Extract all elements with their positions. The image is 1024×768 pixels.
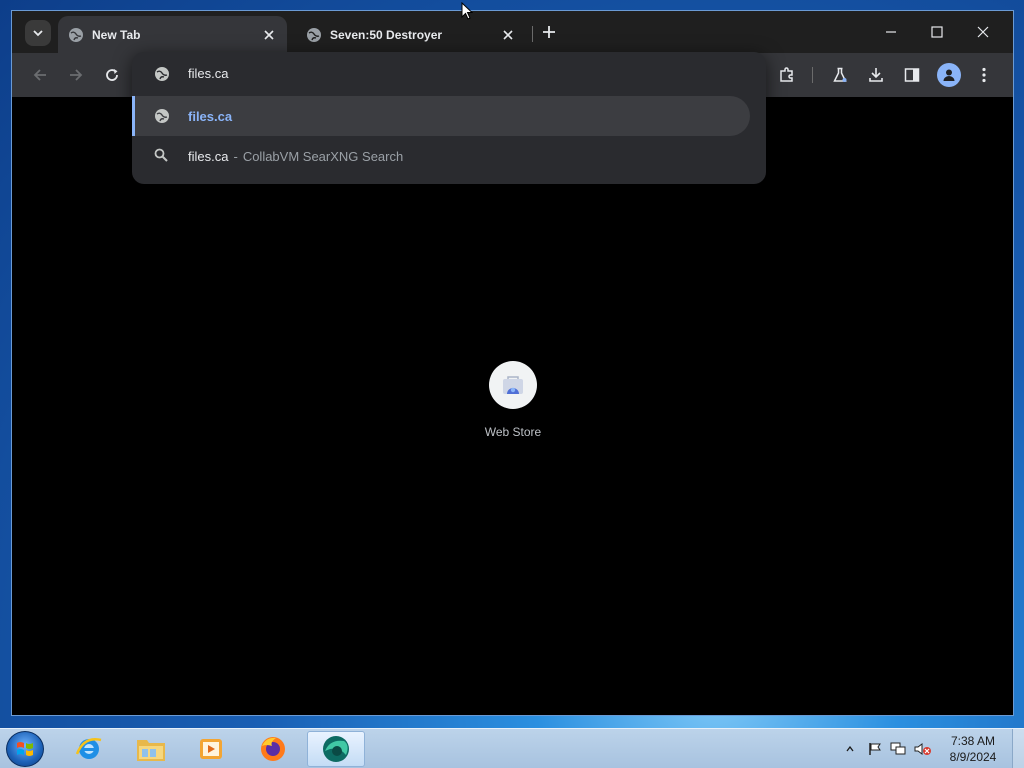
arrow-left-icon (33, 69, 46, 81)
taskbar-internet-explorer[interactable] (60, 731, 118, 767)
firefox-icon (261, 737, 285, 761)
chevron-down-icon (33, 30, 43, 37)
mouse-cursor-icon (461, 2, 473, 20)
tab-title: Seven:50 Destroyer (330, 27, 443, 42)
internet-explorer-icon (75, 738, 102, 759)
clock-date: 8/9/2024 (949, 750, 997, 764)
suggestion-item[interactable]: files.ca - CollabVM SearXNG Search (188, 149, 403, 164)
minimize-icon (886, 31, 896, 33)
maximize-button[interactable] (926, 21, 948, 43)
globe-icon (154, 108, 170, 124)
more-vertical-icon (982, 67, 986, 83)
chevron-up-icon[interactable] (846, 746, 854, 752)
selection-indicator (132, 96, 135, 136)
extensions-button[interactable] (777, 65, 797, 85)
plus-icon (543, 26, 555, 38)
suggestion-separator: - (233, 149, 238, 164)
clock[interactable]: 7:38 AM 8/9/2024 (942, 733, 1004, 765)
labs-button[interactable] (830, 65, 850, 85)
tab-separator (532, 26, 533, 42)
tab-search-button[interactable] (25, 20, 51, 46)
forward-button[interactable] (66, 65, 86, 85)
maximize-icon (931, 26, 943, 38)
volume-muted-icon[interactable] (914, 729, 932, 768)
suggestion-item[interactable]: files.ca (132, 96, 750, 136)
menu-button[interactable] (974, 65, 994, 85)
new-tab-page: Web Store (12, 97, 1013, 715)
puzzle-icon (780, 67, 793, 82)
tab-strip: New Tab Seven:50 Destroyer (12, 11, 1013, 53)
tab-seven50-destroyer[interactable]: Seven:50 Destroyer (296, 16, 526, 53)
shortcut-web-store[interactable]: Web Store (472, 361, 554, 439)
arrow-right-icon (70, 69, 83, 81)
toolbar-divider (812, 67, 813, 83)
reload-icon (106, 69, 118, 81)
close-window-button[interactable] (972, 21, 994, 43)
clock-time: 7:38 AM (950, 734, 996, 748)
person-icon (943, 69, 955, 81)
taskbar-browser-active[interactable] (307, 731, 365, 767)
tab-title: New Tab (92, 27, 141, 42)
desktop-icon-edge (0, 268, 10, 276)
flask-icon (833, 67, 847, 82)
search-icon (154, 148, 170, 164)
start-button[interactable] (6, 731, 44, 767)
downloads-button[interactable] (866, 65, 886, 85)
globe-icon (68, 27, 84, 43)
media-player-icon (200, 739, 222, 759)
omnibox-dropdown: files.ca files.ca files.ca - CollabVM Sear… (132, 52, 766, 184)
web-store-icon (489, 361, 537, 409)
download-icon (869, 68, 883, 82)
windows-logo-icon (17, 742, 33, 756)
reload-button[interactable] (102, 65, 122, 85)
suggestion-description: CollabVM SearXNG Search (242, 149, 404, 164)
suggestion-text: files.ca (188, 149, 229, 164)
back-button[interactable] (30, 65, 50, 85)
globe-icon (154, 66, 170, 82)
tab-new-tab[interactable]: New Tab (58, 16, 287, 53)
new-tab-button[interactable] (540, 23, 558, 41)
side-panel-icon (904, 68, 920, 82)
close-icon (977, 26, 989, 38)
taskbar-firefox[interactable] (244, 731, 302, 767)
show-desktop-button[interactable] (1012, 729, 1024, 768)
close-icon[interactable] (261, 27, 277, 43)
globe-icon (306, 27, 322, 43)
side-panel-button[interactable] (902, 65, 922, 85)
file-explorer-icon (137, 740, 165, 761)
taskbar: 7:38 AM 8/9/2024 (0, 728, 1024, 768)
close-icon[interactable] (500, 27, 516, 43)
minimize-button[interactable] (880, 21, 902, 43)
address-input[interactable]: files.ca (188, 66, 228, 81)
browser-icon (323, 736, 349, 762)
network-icon[interactable] (890, 729, 906, 768)
taskbar-file-explorer[interactable] (122, 731, 180, 767)
taskbar-media-player[interactable] (182, 731, 240, 767)
shortcut-label: Web Store (484, 425, 542, 439)
system-tray (846, 729, 854, 768)
flag-icon[interactable] (868, 729, 882, 768)
profile-avatar[interactable] (937, 63, 961, 87)
suggestion-text: files.ca (188, 109, 233, 124)
